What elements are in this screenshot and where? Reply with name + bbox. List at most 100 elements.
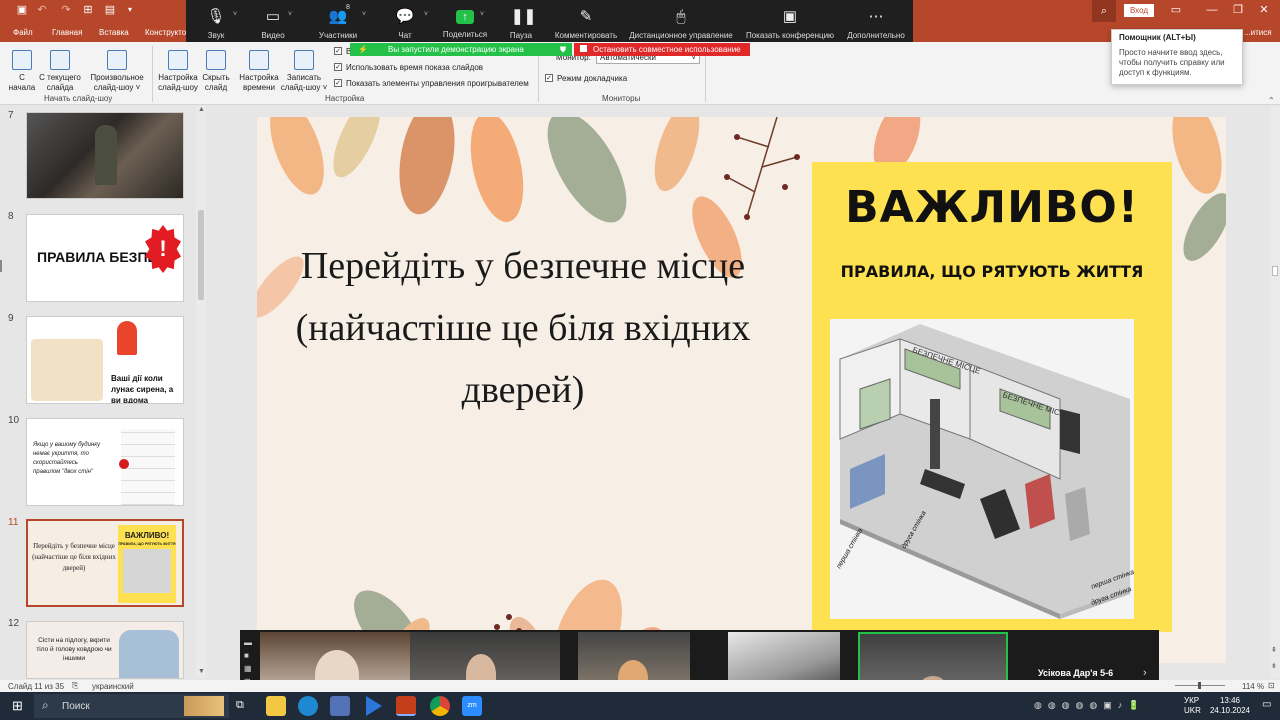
slide-title-text[interactable]: Перейдіть у безпечне місце (найчастіше ц…: [257, 235, 789, 421]
zoom-app-icon[interactable]: zm: [462, 696, 482, 716]
from-beginning-button[interactable]: Сначала: [6, 46, 38, 93]
active-speaker-name: Усікова Дар'я 5-6: [1038, 668, 1114, 678]
pause-icon: ❚❚: [511, 8, 537, 25]
slide-thumbnail-11-selected[interactable]: Перейдіть у безпечне місце (найчастіше ц…: [26, 519, 184, 607]
chevron-right-icon[interactable]: ›: [1143, 667, 1147, 679]
store-icon[interactable]: [330, 696, 350, 716]
share-status-icon: ⚡: [358, 45, 368, 54]
tab-file[interactable]: Файл: [13, 28, 33, 37]
annotate-button[interactable]: ✎ Комментировать: [552, 0, 620, 42]
scroll-down-icon[interactable]: ▼: [198, 668, 205, 675]
status-bar: Слайд 11 из 35 ⎘ украинский 114 % ⊡: [0, 680, 1280, 692]
timer-icon: [249, 50, 269, 70]
chat-button[interactable]: 💬 Чат: [384, 0, 426, 42]
powerpoint-taskbar-icon[interactable]: [396, 696, 416, 716]
hide-slide-button[interactable]: Скрыть слайд: [200, 46, 232, 93]
audio-button[interactable]: 🎙 Звук: [194, 0, 238, 42]
checkbox-icon: ✓: [334, 62, 342, 71]
ribbon-display-icon[interactable]: ▭: [1170, 4, 1182, 16]
show-meeting-button[interactable]: ▣ Показать конференцию: [742, 0, 838, 42]
customize-qat-icon[interactable]: ▾: [124, 4, 136, 16]
pause-share-button[interactable]: ❚❚ Пауза: [504, 0, 538, 42]
media-player-icon[interactable]: [366, 696, 382, 716]
checkbox-icon: ✓: [334, 78, 342, 87]
windows-start-icon[interactable]: ⊞: [12, 698, 23, 714]
language-status[interactable]: украинский: [92, 682, 134, 691]
collapse-ribbon-icon[interactable]: ⌃: [1268, 96, 1275, 105]
chrome-icon[interactable]: [430, 696, 450, 716]
system-tray-icons[interactable]: ◍◍◍◍◍▣♪🔋: [1034, 700, 1174, 712]
search-icon: ⌕: [1100, 5, 1108, 17]
checkbox-use-timings[interactable]: ✓ Использовать время показа слайдов: [334, 62, 483, 72]
gallery-icon[interactable]: ▦: [244, 662, 256, 675]
tab-insert[interactable]: Вставка: [99, 28, 129, 37]
apartment-floor-plan-illustration: БЕЗПЕЧНЕ МІСЦЕ БЕЗПЕЧНЕ МІСЦЕ перша стін…: [830, 319, 1134, 619]
file-explorer-icon[interactable]: [266, 696, 286, 716]
search-button[interactable]: ⌕: [1092, 0, 1116, 22]
save-icon[interactable]: ▣: [16, 4, 28, 16]
current-slide[interactable]: Перейдіть у безпечне місце (найчастіше ц…: [257, 117, 1226, 663]
view-icon[interactable]: ■: [244, 649, 256, 662]
fit-to-window-icon[interactable]: ⊡: [1268, 681, 1275, 690]
tab-home[interactable]: Главная: [52, 28, 82, 37]
custom-show-icon: [107, 50, 127, 70]
maximize-icon[interactable]: ❐: [1232, 4, 1244, 16]
more-button[interactable]: ⋯ Дополнительно: [844, 0, 908, 42]
sharing-banner[interactable]: ⚡ Вы запустили демонстрацию экрана ⛊: [350, 43, 572, 56]
input-language[interactable]: УКР UKR: [1184, 696, 1201, 716]
from-current-button[interactable]: С текущего слайда: [38, 46, 82, 93]
spellcheck-icon[interactable]: ⎘: [72, 681, 78, 691]
slide-thumbnail-12[interactable]: Сісти на підлогу, вкрити тіло й голову к…: [26, 621, 184, 679]
slide-thumbnail-8[interactable]: ПРАВИЛА БЕЗПЕКИ !: [26, 214, 184, 302]
slide-thumbnail-7[interactable]: [26, 112, 184, 199]
slide-number: 9: [8, 313, 14, 324]
setup-slideshow-button[interactable]: Настройка слайд-шоу: [156, 46, 200, 93]
minimize-icon[interactable]: —: [1206, 4, 1218, 16]
share-button-clipped[interactable]: ...итися: [1244, 28, 1272, 37]
important-panel[interactable]: ВАЖЛИВО! ПРАВИЛА, ЩО РЯТУЮТЬ ЖИТТЯ БЕЗПЕ…: [812, 162, 1172, 632]
blast-icon: [119, 459, 129, 469]
chevron-down-icon[interactable]: ˅: [288, 11, 292, 18]
scrollbar-thumb[interactable]: [198, 210, 204, 300]
zoom-slider-thumb[interactable]: [1198, 682, 1201, 689]
chevron-down-icon[interactable]: ˅: [362, 11, 366, 18]
checkbox-presenter-view[interactable]: ✓ Режим докладчика: [545, 73, 627, 83]
slide-thumbnail-10[interactable]: Якщо у вашому будинку немає укриття, то …: [26, 418, 184, 506]
participants-button[interactable]: 👥 Участники 8: [310, 0, 366, 42]
quick-access-icon[interactable]: ▤: [104, 4, 116, 16]
zoom-percent[interactable]: 114 %: [1242, 682, 1264, 691]
task-view-icon[interactable]: ⧉: [236, 699, 244, 712]
thumbnail-scrollbar[interactable]: ▲ ▼: [196, 106, 206, 678]
signin-button[interactable]: Вход: [1124, 4, 1154, 17]
chevron-down-icon[interactable]: ˅: [424, 11, 428, 18]
slide-scrollbar[interactable]: ⇞ ⇟: [1270, 106, 1280, 678]
rehearse-timings-button[interactable]: Настройка времени: [236, 46, 282, 93]
taskbar-search-box[interactable]: ⌕ Поиск: [34, 694, 229, 718]
video-button[interactable]: ▭ Видео: [250, 0, 296, 42]
close-icon[interactable]: ✕: [1258, 4, 1270, 16]
edge-browser-icon[interactable]: [298, 696, 318, 716]
scrollbar-thumb[interactable]: [1272, 266, 1278, 276]
chevron-down-icon[interactable]: ˅: [480, 11, 484, 18]
custom-show-button[interactable]: Произвольное слайд-шоу ˅: [88, 46, 146, 93]
undo-icon[interactable]: ↶: [36, 4, 48, 16]
clock[interactable]: 13:46 24.10.2024: [1206, 696, 1254, 716]
share-screen-button[interactable]: ↑ Поделиться: [440, 0, 490, 42]
checkbox-icon: ✓: [545, 73, 553, 82]
chevron-down-icon[interactable]: ˅: [233, 11, 237, 18]
from-beginning-icon[interactable]: ⊞: [82, 4, 94, 16]
stop-share-button[interactable]: Остановить совместное использование: [574, 43, 750, 56]
remote-control-button[interactable]: 🖱 Дистанционное управление: [626, 0, 736, 42]
slide-thumbnail-9[interactable]: Ваші дії коли лунає сирена, а ви вдома: [26, 316, 184, 404]
notifications-icon[interactable]: ▭: [1262, 699, 1271, 710]
search-highlight-image: [184, 696, 224, 716]
prev-slide-icon[interactable]: ⇞: [1271, 646, 1277, 654]
scroll-up-icon[interactable]: ▲: [198, 106, 205, 113]
panel-splitter[interactable]: [0, 260, 2, 272]
checkbox-show-media-controls[interactable]: ✓ Показать элементы управления проигрыват…: [334, 78, 529, 88]
next-slide-icon[interactable]: ⇟: [1271, 662, 1277, 670]
tab-design[interactable]: Конструкто: [145, 28, 186, 37]
redo-icon[interactable]: ↷: [60, 4, 72, 16]
minimize-icon[interactable]: ▬: [244, 636, 256, 649]
record-slideshow-button[interactable]: Записать слайд-шоу ˅: [280, 46, 328, 93]
